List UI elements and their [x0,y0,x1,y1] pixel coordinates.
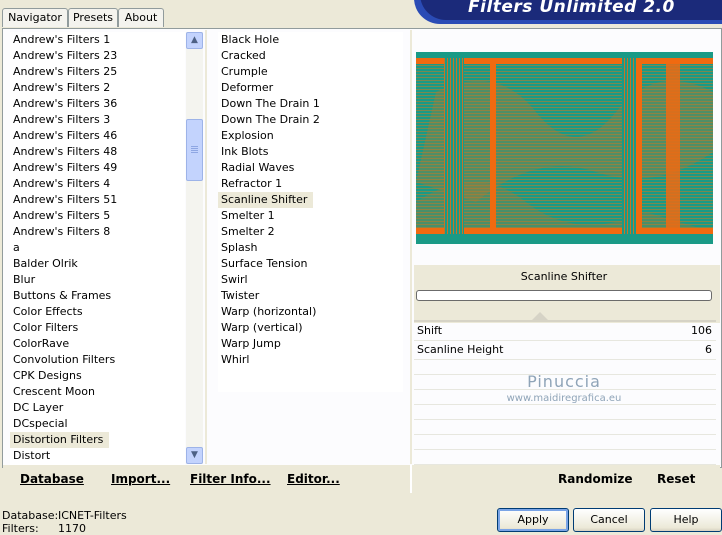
category-item[interactable]: Andrew's Filters 3 [10,112,185,128]
filter-item[interactable]: Warp (vertical) [218,320,403,336]
help-button[interactable]: Help [650,508,722,532]
filter-item[interactable]: Cracked [218,48,403,64]
category-item[interactable]: Convolution Filters [10,352,185,368]
category-item[interactable]: Blur [10,272,185,288]
import-button[interactable]: Import... [111,472,170,486]
param-row-scanline-height[interactable]: Scanline Height 6 [414,341,716,360]
filter-item[interactable]: Scanline Shifter [218,192,314,208]
watermark-url: www.maidiregrafica.eu [506,393,622,404]
filter-item[interactable]: Surface Tension [218,256,403,272]
filter-item[interactable]: Ink Blots [218,144,403,160]
category-scrollbar[interactable]: ▲ ▼ [186,32,203,464]
reset-button[interactable]: Reset [657,472,695,486]
apply-button[interactable]: Apply [497,508,569,532]
empty-param-row [414,405,716,420]
filter-item[interactable]: Radial Waves [218,160,403,176]
preview-filter-name: Scanline Shifter [520,270,608,283]
filter-info-button[interactable]: Filter Info... [190,472,271,486]
filter-item[interactable]: Smelter 1 [218,208,403,224]
editor-button[interactable]: Editor... [287,472,340,486]
filter-item[interactable]: Warp (horizontal) [218,304,403,320]
database-label: Database: [2,509,59,522]
param-name: Shift [417,324,443,337]
category-item[interactable]: DC Layer [10,400,185,416]
scroll-thumb[interactable] [186,119,203,181]
scroll-down-icon[interactable]: ▼ [186,447,203,464]
category-item[interactable]: Andrew's Filters 4 [10,176,185,192]
param-value[interactable]: 106 [691,322,712,340]
preview-image [416,52,713,244]
category-item[interactable]: Andrew's Filters 1 [10,32,185,48]
category-item[interactable]: Andrew's Filters 49 [10,160,185,176]
slider-thumb[interactable] [532,312,548,320]
divider [410,30,412,464]
filters-label: Filters: [2,522,39,535]
category-item[interactable]: CPK Designs [10,368,185,384]
category-item[interactable]: Andrew's Filters 5 [10,208,185,224]
filter-item[interactable]: Splash [218,240,403,256]
filter-item[interactable]: Down The Drain 1 [218,96,403,112]
filter-item[interactable]: Explosion [218,128,403,144]
category-item[interactable]: Andrew's Filters 25 [10,64,185,80]
filter-item[interactable]: Refractor 1 [218,176,403,192]
filter-item[interactable]: Down The Drain 2 [218,112,403,128]
bottom-toolbar: Database Import... Filter Info... Editor… [3,465,720,493]
category-item[interactable]: Andrew's Filters 8 [10,224,185,240]
category-item[interactable]: Andrew's Filters 2 [10,80,185,96]
toolbar-divider [410,465,412,493]
category-item[interactable]: Color Effects [10,304,185,320]
filter-item[interactable]: Smelter 2 [218,224,403,240]
empty-param-row [414,450,716,465]
database-button[interactable]: Database [20,472,84,486]
filter-item[interactable]: Black Hole [218,32,403,48]
category-item[interactable]: Buttons & Frames [10,288,185,304]
param-row-shift[interactable]: Shift 106 [414,322,716,341]
filter-item[interactable]: Crumple [218,64,403,80]
database-info: Database:ICNET-Filters [2,509,127,522]
param-value[interactable]: 6 [705,341,712,359]
divider [205,30,207,464]
watermark-name: Pinuccia [527,372,601,391]
filter-item[interactable]: Swirl [218,272,403,288]
category-item[interactable]: Andrew's Filters 36 [10,96,185,112]
tab-navigator[interactable]: Navigator [2,8,68,27]
database-value: ICNET-Filters [58,509,127,522]
tab-about[interactable]: About [118,8,164,27]
param-name: Scanline Height [417,343,504,356]
category-item[interactable]: Andrew's Filters 46 [10,128,185,144]
empty-param-row [414,420,716,435]
filter-item[interactable]: Twister [218,288,403,304]
cancel-button[interactable]: Cancel [573,508,645,532]
category-item[interactable]: Crescent Moon [10,384,185,400]
filters-info: Filters: 1170 [2,522,86,535]
tab-presets[interactable]: Presets [68,8,118,27]
category-list[interactable]: Andrew's Filters 1 Andrew's Filters 23 And… [10,32,185,466]
app-title: Filters Unlimited 2.0 [468,0,675,17]
category-item[interactable]: Andrew's Filters 23 [10,48,185,64]
filter-list[interactable]: Black Hole Cracked Crumple Deformer Down The… [218,32,403,392]
category-item[interactable]: Distortion Filters [10,432,110,448]
category-item[interactable]: Andrew's Filters 51 [10,192,185,208]
filter-item[interactable]: Deformer [218,80,403,96]
filter-item[interactable]: Warp Jump [218,336,403,352]
empty-param-row [414,435,716,450]
category-item[interactable]: Distort [10,448,185,464]
category-item[interactable]: DCspecial [10,416,185,432]
scroll-up-icon[interactable]: ▲ [186,32,203,49]
progress-bar [416,290,712,301]
filter-item[interactable]: Whirl [218,352,403,368]
category-item[interactable]: Color Filters [10,320,185,336]
category-item[interactable]: a [10,240,185,256]
category-item[interactable]: ColorRave [10,336,185,352]
randomize-button[interactable]: Randomize [558,472,632,486]
category-item[interactable]: Balder Olrik [10,256,185,272]
filters-value: 1170 [58,522,86,535]
category-item[interactable]: Andrew's Filters 48 [10,144,185,160]
